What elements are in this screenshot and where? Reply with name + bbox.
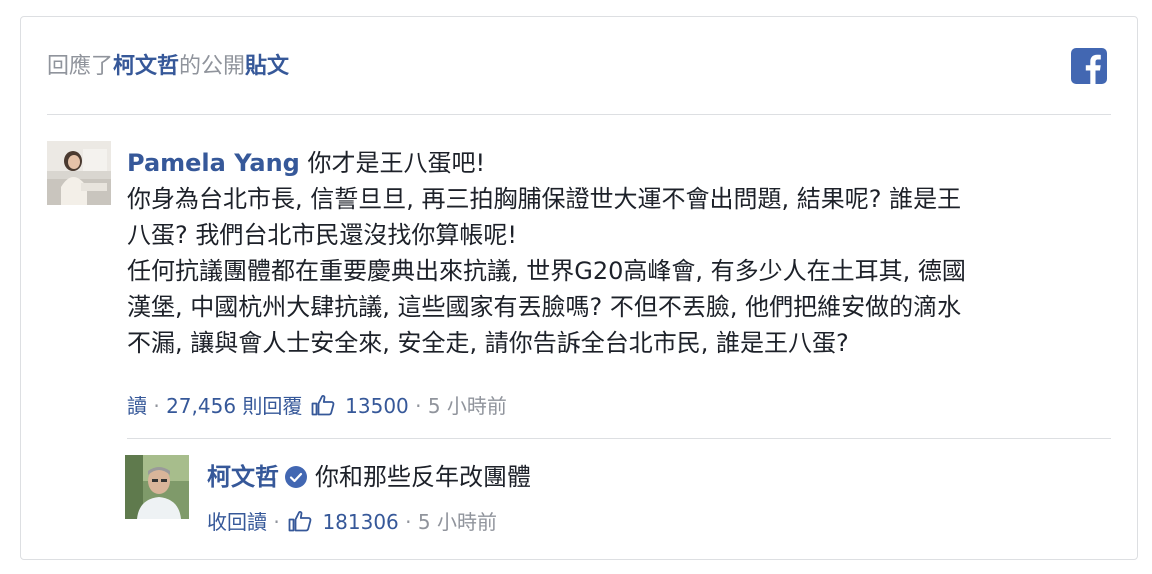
comment-body: Pamela Yang 你才是王八蛋吧! 你身為台北市長, 信誓旦旦, 再三拍胸… — [127, 145, 1107, 361]
reply-text: 你和那些反年改團體 — [315, 463, 531, 491]
post-context-header: 回應了柯文哲的公開貼文 — [47, 53, 289, 81]
separator: · — [153, 394, 160, 418]
replies-link[interactable]: 27,456 則回覆 — [166, 394, 302, 418]
facebook-logo-icon[interactable] — [1071, 48, 1107, 84]
page-name-link[interactable]: 柯文哲 — [113, 54, 179, 79]
unread-link[interactable]: 收回讀 — [207, 510, 267, 534]
timestamp[interactable]: 5 小時前 — [418, 510, 497, 534]
thumbs-up-icon[interactable] — [288, 510, 312, 538]
reply-divider — [127, 438, 1111, 439]
separator: · — [405, 510, 412, 534]
comment-line: 八蛋? 我們台北市民還沒找你算帳呢! — [127, 221, 517, 249]
comment-author-link[interactable]: Pamela Yang — [127, 149, 300, 177]
comment-line: 你才是王八蛋吧! — [307, 149, 486, 177]
comment-line: 任何抗議團體都在重要慶典出來抗議, 世界G20高峰會, 有多少人在土耳其, 德國 — [127, 257, 966, 285]
comment-actions: 讀 · 27,456 則回覆 13500 · 5 小時前 — [127, 393, 507, 422]
embedded-comment-card: 回應了柯文哲的公開貼文 Pamela Yang 你才是王八蛋吧! 你身為台北市長… — [20, 16, 1138, 560]
header-middle: 的公開 — [179, 54, 246, 79]
comment-line: 不漏, 讓與會人士安全來, 安全走, 請你告訴全台北市民, 誰是王八蛋? — [127, 329, 849, 357]
comment-line: 漢堡, 中國杭州大肆抗議, 這些國家有丟臉嗎? 不但不丟臉, 他們把維安做的滴水 — [127, 293, 962, 321]
header-divider — [47, 114, 1111, 115]
thumbs-up-icon[interactable] — [311, 394, 335, 422]
reply-author-link[interactable]: 柯文哲 — [207, 463, 279, 491]
like-count[interactable]: 13500 — [345, 394, 409, 418]
separator: · — [415, 394, 422, 418]
comment-line: 你身為台北市長, 信誓旦旦, 再三拍胸脯保證世大運不會出問題, 結果呢? 誰是王 — [127, 185, 962, 213]
read-link[interactable]: 讀 — [127, 394, 147, 418]
reply-body: 柯文哲 你和那些反年改團體 — [207, 459, 531, 495]
avatar[interactable] — [125, 455, 189, 519]
like-count[interactable]: 181306 — [322, 510, 398, 534]
post-link[interactable]: 貼文 — [245, 54, 289, 79]
timestamp[interactable]: 5 小時前 — [428, 394, 507, 418]
verified-badge-icon — [285, 466, 307, 488]
reply-actions: 收回讀 · 181306 · 5 小時前 — [207, 509, 497, 538]
separator: · — [273, 510, 280, 534]
header-prefix: 回應了 — [47, 54, 114, 79]
avatar[interactable] — [47, 141, 111, 205]
